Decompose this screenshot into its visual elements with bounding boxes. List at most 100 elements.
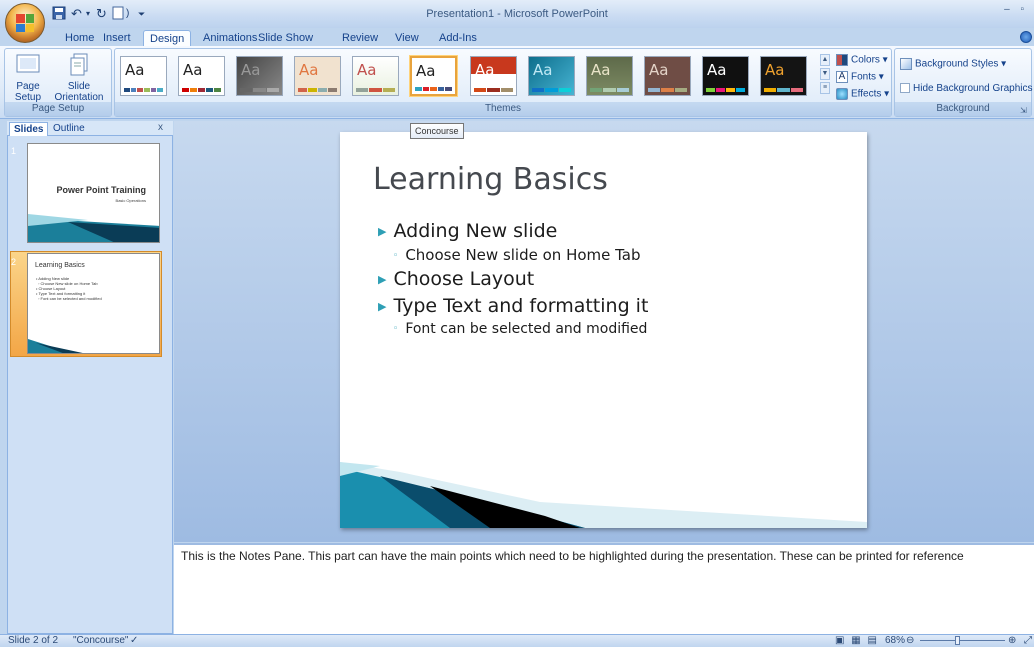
- theme-thumb-foundry[interactable]: Aa: [586, 56, 633, 96]
- slide-orientation-label: Slide Orientation: [54, 81, 104, 103]
- tab-home[interactable]: Home: [59, 30, 100, 46]
- theme-thumb-concourse-alt[interactable]: Aa: [352, 56, 399, 96]
- tab-slide-show[interactable]: Slide Show: [252, 30, 319, 46]
- tab-view[interactable]: View: [389, 30, 425, 46]
- background-styles-button[interactable]: Background Styles ▾: [900, 58, 1006, 71]
- help-icon[interactable]: [1020, 31, 1032, 43]
- slide-thumbnail-1[interactable]: Power Point Training Basic Operations: [27, 143, 160, 243]
- theme-fonts-button[interactable]: A Fonts ▾: [836, 71, 884, 84]
- slide-thumbnail-wave-graphic: [28, 339, 83, 353]
- gallery-scroll-up-icon[interactable]: ▲: [820, 54, 830, 66]
- theme-thumb-median[interactable]: Aa: [644, 56, 691, 96]
- theme-colors-button[interactable]: Colors ▾: [836, 54, 888, 67]
- theme-thumb-office[interactable]: Aa: [120, 56, 167, 96]
- theme-thumb-text: Aa: [299, 61, 319, 79]
- bullet-text: Choose New slide on Home Tab: [405, 246, 641, 264]
- checkbox-icon: [900, 83, 910, 94]
- bullet-text: Adding New slide: [393, 220, 558, 242]
- spell-check-icon[interactable]: ✓: [130, 635, 138, 646]
- theme-tooltip: Concourse: [410, 123, 464, 139]
- office-button[interactable]: [5, 3, 45, 43]
- theme-thumb-flow[interactable]: Aa: [528, 56, 575, 96]
- theme-thumb-text: Aa: [241, 61, 261, 79]
- background-group-label: Background: [895, 102, 1031, 116]
- theme-thumb-text: Aa: [649, 61, 669, 79]
- fit-to-window-icon[interactable]: ⤢: [1024, 635, 1032, 646]
- theme-thumb-aspect[interactable]: Aa: [236, 56, 283, 96]
- gallery-scroll-down-icon[interactable]: ▼: [820, 68, 830, 80]
- slide-number: 1: [11, 146, 17, 156]
- slide-position-indicator: Slide 2 of 2: [8, 635, 59, 646]
- theme-thumb-text: Aa: [183, 61, 203, 79]
- slide-orientation-button[interactable]: Slide Orientation: [50, 52, 108, 104]
- background-styles-icon: [900, 58, 912, 70]
- theme-effects-button[interactable]: Effects ▾: [836, 88, 889, 101]
- bullet-level-1[interactable]: ▶ Adding New slide: [378, 220, 557, 242]
- bullet-arrow-icon: ▶: [378, 300, 387, 313]
- window-title: Presentation1 - Microsoft PowerPoint: [426, 8, 608, 20]
- effects-label: Effects: [851, 88, 882, 100]
- bullet-level-2[interactable]: ◦ Choose New slide on Home Tab: [393, 246, 641, 264]
- bullet-level-1[interactable]: ▶ Type Text and formatting it: [378, 295, 648, 317]
- tab-design[interactable]: Design: [143, 30, 192, 47]
- theme-thumb-equity[interactable]: Aa: [470, 56, 517, 96]
- themes-group-label: Themes: [115, 102, 891, 116]
- page-setup-group-label: Page Setup: [5, 102, 111, 116]
- slide-thumbnail-wave-graphic: [28, 214, 159, 242]
- slide-wave-graphic: [340, 462, 867, 528]
- theme-thumb-text: Aa: [357, 61, 377, 79]
- zoom-out-icon[interactable]: ⊖: [906, 635, 914, 646]
- theme-thumb-module[interactable]: Aa: [760, 56, 807, 96]
- theme-thumb-civic[interactable]: Aa: [294, 56, 341, 96]
- zoom-slider-thumb[interactable]: [955, 636, 960, 645]
- slide-thumbnail-line: ◦ Font can be selected and modified: [38, 296, 102, 301]
- slide-thumbnail-subtitle: Basic Operations: [115, 198, 146, 203]
- fonts-icon: A: [836, 71, 848, 83]
- theme-thumb-apex[interactable]: Aa: [178, 56, 225, 96]
- colors-label: Colors: [851, 54, 880, 66]
- bullet-circle-icon: ◦: [393, 324, 399, 334]
- fonts-label: Fonts: [851, 71, 877, 83]
- theme-thumb-text: Aa: [765, 61, 785, 79]
- notes-text[interactable]: This is the Notes Pane. This part can ha…: [181, 549, 1021, 564]
- view-buttons[interactable]: ▣ ▦ ▤: [835, 635, 879, 646]
- hide-background-graphics-checkbox[interactable]: Hide Background Graphics: [900, 83, 1033, 95]
- hide-background-graphics-label: Hide Background Graphics: [913, 83, 1033, 94]
- page-setup-button[interactable]: Page Setup: [8, 52, 48, 104]
- theme-thumb-text: Aa: [533, 61, 553, 79]
- bullet-text: Choose Layout: [393, 268, 535, 290]
- slide-title[interactable]: Learning Basics: [373, 162, 608, 197]
- bullet-arrow-icon: ▶: [378, 273, 387, 286]
- zoom-slider[interactable]: [920, 640, 1005, 641]
- zoom-in-icon[interactable]: ⊕: [1008, 635, 1016, 646]
- slide-thumbnail-2[interactable]: Learning Basics • Adding New slide ◦ Cho…: [27, 253, 160, 354]
- theme-thumb-metro[interactable]: Aa: [702, 56, 749, 96]
- bullet-arrow-icon: ▶: [378, 225, 387, 238]
- theme-thumb-concourse[interactable]: Aa: [410, 56, 457, 96]
- bullet-text: Font can be selected and modified: [405, 321, 648, 337]
- page-setup-label: Page Setup: [14, 81, 42, 103]
- gallery-more-icon[interactable]: ≡: [820, 82, 830, 94]
- zoom-level[interactable]: 68%: [885, 635, 905, 646]
- tab-outline[interactable]: Outline: [49, 122, 89, 136]
- theme-name-indicator[interactable]: "Concourse": [73, 635, 128, 646]
- slide-orientation-icon: [70, 53, 88, 76]
- colors-icon: [836, 54, 848, 66]
- tab-insert[interactable]: Insert: [97, 30, 137, 46]
- slide-thumbnail-title: Learning Basics: [35, 262, 85, 269]
- theme-thumb-text: Aa: [125, 61, 145, 79]
- tab-review[interactable]: Review: [336, 30, 384, 46]
- theme-thumb-text: Aa: [416, 62, 436, 80]
- office-logo-icon: [16, 14, 34, 32]
- bullet-level-2[interactable]: ◦ Font can be selected and modified: [393, 321, 647, 337]
- powerpoint-window: ↶ ▾ ↻ ) ⏷ Presentation1 - Microsoft Powe…: [0, 0, 1034, 647]
- theme-thumb-text: Aa: [591, 61, 611, 79]
- bullet-circle-icon: ◦: [393, 251, 399, 261]
- window-controls[interactable]: – ▫: [1004, 4, 1028, 15]
- tab-slides[interactable]: Slides: [9, 122, 49, 136]
- tab-add-ins[interactable]: Add-Ins: [433, 30, 483, 46]
- background-dialog-launcher-icon[interactable]: ⇲: [1020, 106, 1027, 115]
- bullet-level-1[interactable]: ▶ Choose Layout: [378, 268, 534, 290]
- pane-close-icon[interactable]: x: [158, 122, 163, 133]
- background-styles-label: Background Styles: [915, 58, 999, 70]
